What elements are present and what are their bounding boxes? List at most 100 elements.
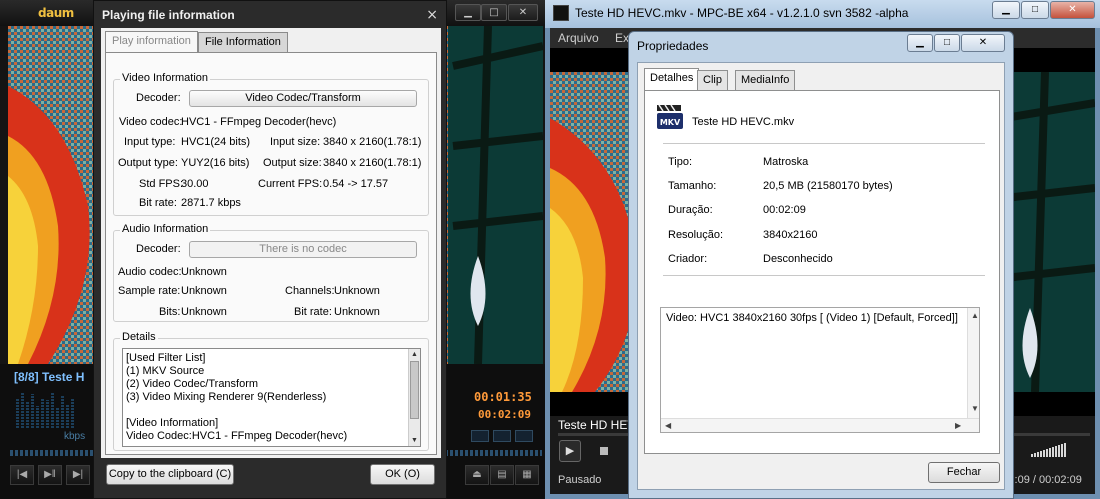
volume-icon[interactable] (1031, 443, 1081, 457)
properties-dialog: Propriedades ▁ □ ✕ Detalhes Clip MediaIn… (628, 31, 1014, 499)
horizontal-scrollbar[interactable]: ◀ ▶ (661, 418, 979, 432)
maximize-icon[interactable]: □ (481, 4, 507, 21)
tipo-label: Tipo: (668, 156, 693, 168)
menu-second[interactable]: Ex (615, 31, 629, 45)
previous-icon[interactable]: |◀ (10, 465, 34, 485)
minimize-icon[interactable]: ▁ (907, 34, 933, 52)
dialog-title: Playing file information (102, 8, 235, 22)
scroll-thumb[interactable] (410, 361, 419, 419)
audio-bit-rate-label: Bit rate: (294, 306, 332, 318)
scroll-left-icon[interactable]: ◀ (665, 421, 671, 430)
bit-rate-label: Bit rate: (139, 197, 177, 209)
details-listbox[interactable]: [Used Filter List] (1) MKV Source (2) Vi… (122, 348, 421, 447)
resolucao-label: Resolução: (668, 229, 724, 241)
details-scrollbar[interactable]: ▲ ▼ (408, 349, 420, 446)
play-information-panel: Video Information Decoder: Video Codec/T… (105, 52, 437, 455)
close-icon[interactable]: × (426, 7, 438, 23)
mkv-file-icon: MKV (657, 104, 683, 129)
stop-icon[interactable] (600, 447, 608, 455)
ok-button[interactable]: OK (O) (370, 464, 435, 485)
output-size-label: Output size: (263, 157, 322, 169)
maximize-icon[interactable]: □ (1021, 1, 1049, 19)
group-legend: Video Information (120, 72, 211, 84)
fechar-button[interactable]: Fechar (928, 462, 1000, 483)
channels-value: Unknown (334, 285, 380, 297)
bits-value: Unknown (181, 306, 227, 318)
maximize-icon[interactable]: □ (934, 34, 960, 52)
mkv-icon-text: MKV (660, 118, 681, 127)
minimize-icon[interactable]: ▁ (455, 4, 481, 21)
duracao-value: 00:02:09 (763, 204, 806, 216)
scroll-down-icon[interactable]: ▼ (971, 404, 979, 413)
input-size-value: 3840 x 2160(1.78:1) (323, 136, 422, 148)
decoder-label: Decoder: (136, 92, 181, 104)
vertical-scrollbar[interactable]: ▲ ▼ (967, 308, 979, 418)
output-size-value: 3840 x 2160(1.78:1) (323, 157, 422, 169)
dialog-body: Detalhes Clip MediaInfo MKV Teste HD HEV… (637, 62, 1005, 490)
small-option-icon[interactable] (515, 430, 533, 442)
audio-codec-label: Audio codec: (118, 266, 182, 278)
menu-arquivo[interactable]: Arquivo (558, 31, 599, 45)
current-fps-label: Current FPS: (258, 178, 323, 190)
audio-codec-value: Unknown (181, 266, 227, 278)
tab-mediainfo[interactable]: MediaInfo (735, 70, 796, 90)
input-type-value: HVC1(24 bits) (181, 136, 251, 148)
potplayer-logo: daum (38, 6, 74, 20)
scroll-up-icon[interactable]: ▲ (971, 311, 979, 320)
eject-icon[interactable]: ⏏ (465, 465, 489, 485)
play-pause-icon[interactable]: ▶‖ (38, 465, 62, 485)
scroll-up-icon[interactable]: ▲ (409, 349, 420, 360)
criador-value: Desconhecido (763, 253, 833, 265)
tamanho-value: 20,5 MB (21580170 bytes) (763, 180, 893, 192)
video-information-group: Video Information Decoder: Video Codec/T… (113, 72, 429, 216)
video-codec-value: HVC1 - FFmpeg Decoder(hevc) (181, 116, 337, 128)
std-fps-label: Std FPS: (139, 178, 184, 190)
audio-information-group: Audio Information Decoder: There is no c… (113, 223, 429, 322)
scroll-down-icon[interactable]: ▼ (409, 435, 420, 446)
std-fps-value: 30.00 (181, 178, 209, 190)
scroll-right-icon[interactable]: ▶ (955, 421, 961, 430)
kbps-label: kbps (64, 431, 86, 442)
tab-clip[interactable]: Clip (697, 70, 728, 90)
total-time: 00:02:09 (478, 408, 531, 421)
tab-play-information[interactable]: Play information (105, 31, 198, 53)
streams-text: Video: HVC1 3840x2160 30fps [ (Video 1) … (666, 312, 958, 324)
video-codec-label: Video codec: (119, 116, 183, 128)
track-title: [8/8] Teste H (14, 370, 85, 384)
close-icon[interactable]: ✕ (508, 4, 538, 21)
elapsed-time: 00:01:35 (474, 390, 532, 404)
copy-to-clipboard-button[interactable]: Copy to the clipboard (C) (106, 464, 234, 485)
small-option-icon[interactable] (471, 430, 489, 442)
audio-decoder-button[interactable]: There is no codec (189, 241, 417, 258)
channels-label: Channels: (285, 285, 335, 297)
settings-icon[interactable]: ▦ (515, 465, 539, 485)
playlist-icon[interactable]: ▤ (490, 465, 514, 485)
tab-detalhes[interactable]: Detalhes (644, 68, 700, 91)
small-option-icon[interactable] (493, 430, 511, 442)
play-icon[interactable]: ▶ (559, 440, 581, 462)
details-group: Details [Used Filter List] (1) MKV Sourc… (113, 331, 429, 451)
resolucao-value: 3840x2160 (763, 229, 818, 241)
close-icon[interactable]: ✕ (961, 34, 1005, 52)
group-legend: Details (120, 331, 158, 343)
sample-rate-value: Unknown (181, 285, 227, 297)
playing-info-dialog: Playing file information × Play informat… (93, 0, 447, 499)
decoder-label: Decoder: (136, 243, 181, 255)
video-decoder-button[interactable]: Video Codec/Transform (189, 90, 417, 107)
dialog-body: Play information File Information Video … (101, 28, 441, 458)
next-icon[interactable]: ▶| (66, 465, 90, 485)
file-name: Teste HD HEVC.mkv (692, 116, 795, 128)
tab-file-information[interactable]: File Information (198, 32, 288, 52)
close-icon[interactable]: ✕ (1050, 1, 1095, 19)
tamanho-label: Tamanho: (668, 180, 717, 192)
input-type-label: Input type: (124, 136, 176, 148)
duracao-label: Duração: (668, 204, 713, 216)
minimize-icon[interactable]: ▁ (992, 1, 1020, 19)
streams-textbox[interactable]: Video: HVC1 3840x2160 30fps [ (Video 1) … (660, 307, 980, 433)
current-fps-value: 0.54 -> 17.57 (323, 178, 389, 190)
dialog-title: Propriedades (637, 39, 709, 53)
group-legend: Audio Information (120, 223, 211, 235)
tipo-value: Matroska (763, 156, 809, 168)
status-text: Pausado (558, 474, 602, 486)
output-type-value: YUY2(16 bits) (181, 157, 250, 169)
